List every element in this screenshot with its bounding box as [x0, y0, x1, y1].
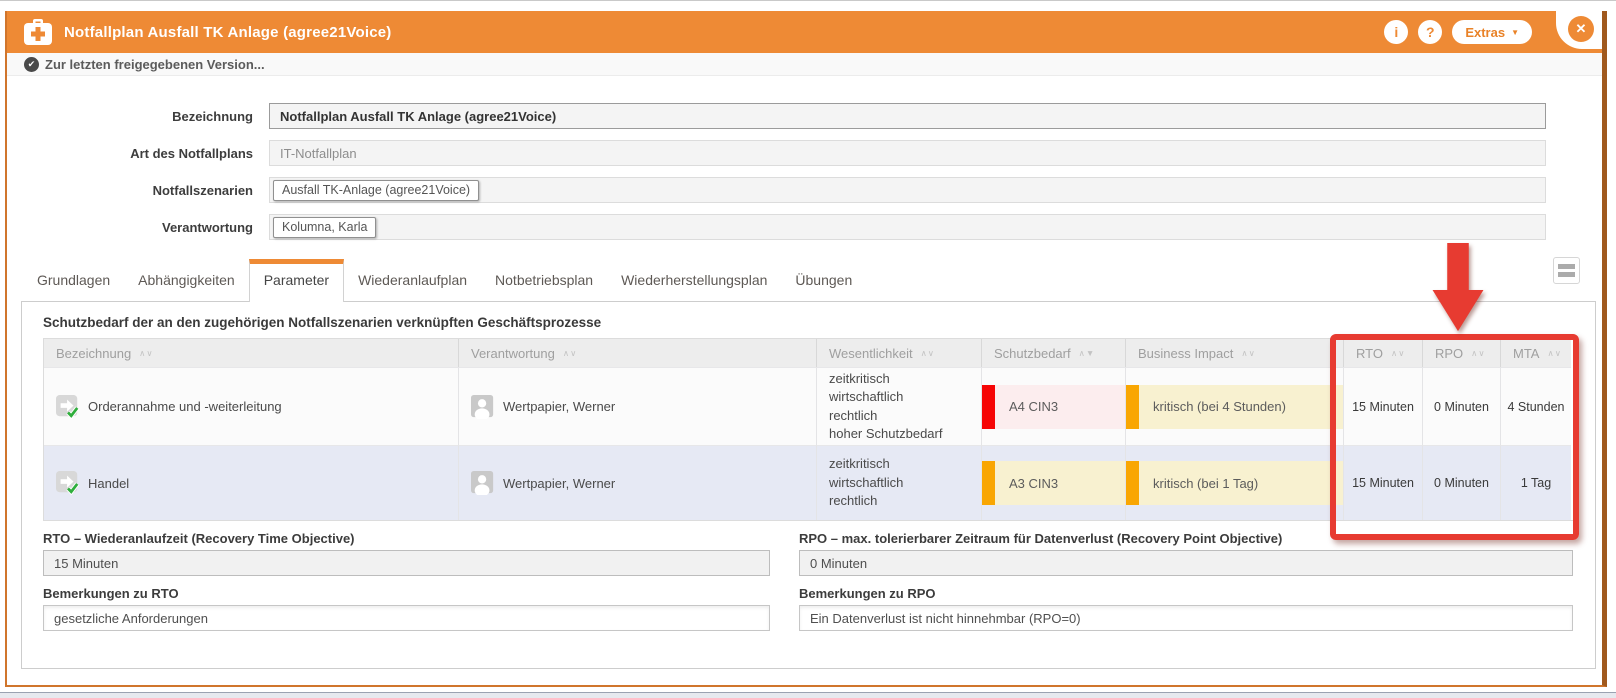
info-icon[interactable]: i: [1384, 20, 1408, 44]
col-schutzbedarf[interactable]: Schutzbedarf∧▼: [982, 339, 1126, 367]
form-area: Bezeichnung Notfallplan Ausfall TK Anlag…: [7, 76, 1602, 669]
section-title: Schutzbedarf der an den zugehörigen Notf…: [43, 315, 1595, 330]
help-icon[interactable]: ?: [1418, 20, 1442, 44]
title-bar: Notfallplan Ausfall TK Anlage (agree21Vo…: [7, 11, 1602, 53]
tab-parameter[interactable]: Parameter: [249, 259, 344, 302]
tab-wiederanlaufplan[interactable]: Wiederanlaufplan: [344, 262, 481, 301]
user-icon: [471, 395, 495, 419]
sort-icon[interactable]: ∧▼: [1079, 348, 1096, 359]
rto-value: 15 Minuten: [1344, 367, 1423, 445]
schutzbedarf-badge: A4 CIN3: [982, 385, 1125, 429]
check-icon: ✔: [24, 57, 39, 72]
rto-notes-label: Bemerkungen zu RTO: [43, 586, 770, 601]
notfallplan-window: Notfallplan Ausfall TK Anlage (agree21Vo…: [5, 11, 1607, 687]
form-row-szenarien: Notfallszenarien Ausfall TK-Anlage (agre…: [7, 177, 1546, 203]
rto-field: 15 Minuten: [43, 550, 770, 576]
rto-notes-field[interactable]: gesetzliche Anforderungen: [43, 605, 770, 631]
wesentlichkeit-list: zeitkritisch wirtschaftlich rechtlich: [829, 455, 903, 510]
verantwortung-label: Verantwortung: [7, 220, 269, 235]
responsible-name: Wertpapier, Werner: [503, 399, 615, 414]
col-verantwortung[interactable]: Verantwortung∧∨: [459, 339, 817, 367]
schutzbedarf-table: Bezeichnung∧∨ Verantwortung∧∨ Wesentlich…: [43, 338, 1574, 521]
col-bezeichnung[interactable]: Bezeichnung∧∨: [44, 339, 459, 367]
verantwortung-field: Kolumna, Karla: [269, 214, 1546, 240]
form-row-bezeichnung: Bezeichnung Notfallplan Ausfall TK Anlag…: [7, 103, 1546, 129]
mta-value: 4 Stunden: [1501, 367, 1571, 445]
sort-icon[interactable]: ∧∨: [1241, 348, 1255, 359]
bezeichnung-label: Bezeichnung: [7, 109, 269, 124]
rto-value: 15 Minuten: [1344, 445, 1423, 520]
responsible-name: Wertpapier, Werner: [503, 476, 615, 491]
extras-button[interactable]: Extras ▼: [1452, 20, 1532, 44]
szenarien-label: Notfallszenarien: [7, 183, 269, 198]
business-impact-badge: kritisch (bei 4 Stunden): [1126, 385, 1343, 429]
process-icon: [56, 395, 80, 419]
sort-icon[interactable]: ∧∨: [1391, 348, 1405, 359]
user-icon: [471, 471, 495, 495]
version-link[interactable]: Zur letzten freigegebenen Version...: [45, 57, 265, 72]
severity-bar: [982, 461, 995, 505]
sort-icon[interactable]: ∧∨: [563, 348, 577, 359]
process-name: Orderannahme und -weiterleitung: [88, 399, 282, 414]
window-title: Notfallplan Ausfall TK Anlage (agree21Vo…: [64, 24, 391, 41]
verantwortung-chip[interactable]: Kolumna, Karla: [273, 217, 376, 238]
mta-value: 1 Tag: [1501, 445, 1571, 520]
rpo-value: 0 Minuten: [1423, 367, 1501, 445]
business-impact-badge: kritisch (bei 1 Tag): [1126, 461, 1343, 505]
sort-icon[interactable]: ∧∨: [1471, 348, 1485, 359]
tab-grundlagen[interactable]: Grundlagen: [23, 262, 124, 301]
form-row-verantwortung: Verantwortung Kolumna, Karla: [7, 214, 1546, 240]
col-mta[interactable]: MTA∧∨: [1501, 339, 1571, 367]
rto-field-label: RTO – Wiederanlaufzeit (Recovery Time Ob…: [43, 531, 770, 546]
table-header-row: Bezeichnung∧∨ Verantwortung∧∨ Wesentlich…: [44, 339, 1573, 367]
severity-bar: [1126, 461, 1139, 505]
chevron-down-icon: ▼: [1511, 28, 1519, 37]
rpo-field-label: RPO – max. tolerierbarer Zeitraum für Da…: [799, 531, 1573, 546]
col-wesentlichkeit[interactable]: Wesentlichkeit∧∨: [817, 339, 982, 367]
tab-uebungen[interactable]: Übungen: [781, 262, 866, 301]
sort-icon[interactable]: ∧∨: [1547, 348, 1561, 359]
table-row[interactable]: Handel Wertpapier, Werner zeitkritisch w…: [44, 445, 1573, 520]
version-bar: ✔ Zur letzten freigegebenen Version...: [7, 53, 1602, 76]
process-icon: [56, 471, 80, 495]
close-icon[interactable]: ✕: [1568, 16, 1594, 42]
col-rto[interactable]: RTO∧∨: [1344, 339, 1423, 367]
szenario-chip[interactable]: Ausfall TK-Anlage (agree21Voice): [273, 180, 479, 201]
rpo-value: 0 Minuten: [1423, 445, 1501, 520]
rpo-notes-field[interactable]: Ein Datenverlust ist nicht hinnehmbar (R…: [799, 605, 1573, 631]
art-field: IT-Notfallplan: [269, 140, 1546, 166]
rpo-field: 0 Minuten: [799, 550, 1573, 576]
tab-abhaengigkeiten[interactable]: Abhängigkeiten: [124, 262, 249, 301]
wesentlichkeit-list: zeitkritisch wirtschaftlich rechtlich ho…: [829, 370, 942, 444]
severity-bar: [982, 385, 995, 429]
col-business-impact[interactable]: Business Impact∧∨: [1126, 339, 1344, 367]
form-row-art: Art des Notfallplans IT-Notfallplan: [7, 140, 1546, 166]
sort-icon[interactable]: ∧∨: [921, 348, 935, 359]
list-view-toggle-icon[interactable]: [1553, 257, 1580, 284]
bottom-edge: [0, 692, 1616, 698]
titlebar-actions: i ? Extras ▼: [1384, 20, 1532, 44]
parameter-panel: Schutzbedarf der an den zugehörigen Notf…: [21, 301, 1596, 669]
tab-wiederherstellungsplan[interactable]: Wiederherstellungsplan: [607, 262, 781, 301]
art-label: Art des Notfallplans: [7, 146, 269, 161]
schutzbedarf-badge: A3 CIN3: [982, 461, 1125, 505]
sort-icon[interactable]: ∧∨: [139, 348, 153, 359]
table-row[interactable]: Orderannahme und -weiterleitung Wertpapi…: [44, 367, 1573, 445]
col-rpo[interactable]: RPO∧∨: [1423, 339, 1501, 367]
rpo-notes-label: Bemerkungen zu RPO: [799, 586, 1573, 601]
first-aid-kit-icon: [23, 18, 53, 46]
bezeichnung-field[interactable]: Notfallplan Ausfall TK Anlage (agree21Vo…: [269, 103, 1546, 129]
szenarien-field: Ausfall TK-Anlage (agree21Voice): [269, 177, 1546, 203]
tab-notbetriebsplan[interactable]: Notbetriebsplan: [481, 262, 607, 301]
screen: Notfallplan Ausfall TK Anlage (agree21Vo…: [0, 0, 1616, 698]
tab-bar: Grundlagen Abhängigkeiten Parameter Wied…: [23, 255, 1602, 301]
process-name: Handel: [88, 476, 129, 491]
extras-label: Extras: [1465, 25, 1505, 40]
close-corner: ✕: [1556, 11, 1602, 49]
rto-rpo-fields: RTO – Wiederanlaufzeit (Recovery Time Ob…: [43, 531, 1573, 631]
severity-bar: [1126, 385, 1139, 429]
